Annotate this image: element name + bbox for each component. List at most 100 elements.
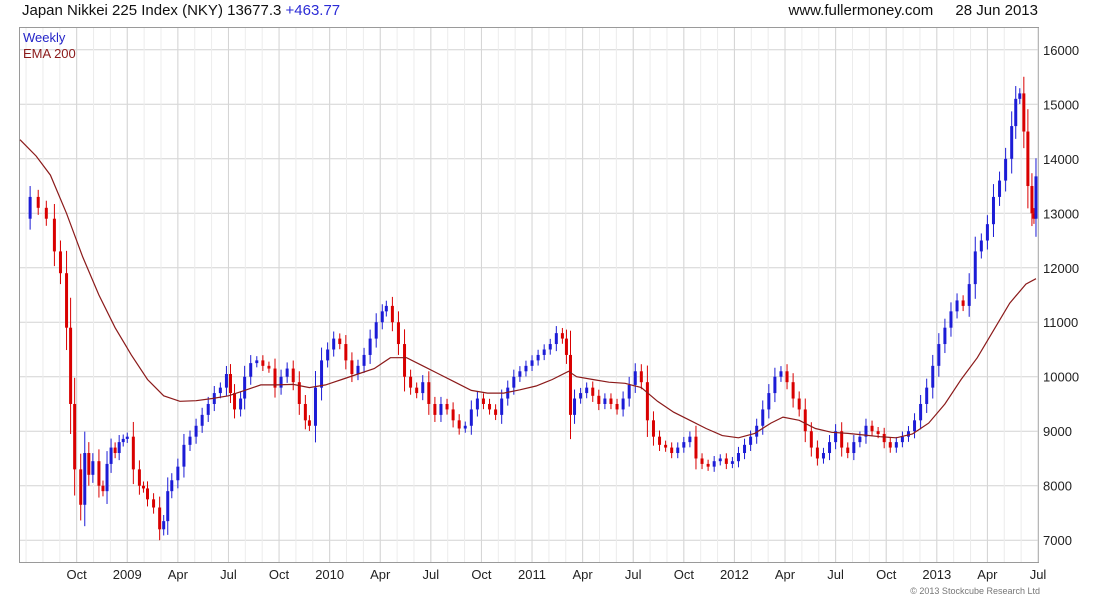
price-body: [536, 354, 540, 361]
price-body: [65, 273, 69, 328]
price-body: [320, 360, 324, 388]
price-body: [821, 453, 825, 459]
price-body: [931, 365, 935, 388]
y-tick-label: 11000: [1043, 315, 1078, 330]
price-body: [743, 444, 747, 454]
y-tick-label: 15000: [1043, 97, 1079, 112]
x-tick-label: 2009: [113, 567, 142, 582]
x-tick-label: Jul: [827, 567, 844, 582]
price-body: [1014, 98, 1018, 127]
price-body: [694, 436, 698, 459]
price-body: [307, 420, 311, 426]
price-body: [888, 442, 892, 448]
price-body: [451, 409, 455, 421]
legend-weekly: Weekly: [23, 30, 66, 45]
price-body: [973, 251, 977, 285]
price-body: [858, 436, 862, 443]
price-body: [500, 398, 504, 415]
price-body: [518, 371, 522, 377]
price-body: [906, 431, 910, 437]
price-body: [761, 409, 765, 426]
price-body: [146, 488, 150, 500]
price-body: [194, 425, 198, 437]
price-body: [846, 447, 850, 454]
price-body: [791, 382, 795, 399]
price-body: [937, 344, 941, 366]
x-axis: Oct 2009 Apr Jul Oct 2010 Apr Jul Oct 2011 Apr Jul O…: [67, 567, 1047, 582]
price-body: [228, 374, 232, 394]
price-body: [919, 403, 923, 421]
price-body: [706, 463, 710, 467]
x-tick-label: Apr: [168, 567, 189, 582]
price-body: [639, 371, 643, 383]
x-tick-label: 2012: [720, 567, 749, 582]
x-tick-label: Oct: [674, 567, 695, 582]
price-body: [530, 360, 534, 366]
price-body: [609, 398, 613, 404]
price-body: [494, 409, 498, 415]
price-body: [961, 300, 965, 306]
price-body: [83, 453, 87, 505]
x-tick-label: Jul: [1030, 567, 1047, 582]
price-body: [73, 403, 77, 470]
price-body: [338, 338, 342, 345]
price-body: [162, 521, 166, 530]
price-body: [512, 376, 516, 388]
y-tick-label: 8000: [1043, 479, 1072, 494]
price-body: [852, 442, 856, 454]
price-body: [131, 436, 135, 470]
price-body: [233, 393, 237, 410]
price-body: [285, 368, 289, 377]
price-body: [52, 218, 56, 252]
ema-line-group: [19, 139, 1037, 439]
price-body: [182, 444, 186, 467]
price-body: [396, 322, 400, 345]
price-body: [224, 374, 228, 388]
price-body: [121, 438, 125, 443]
price-body: [267, 365, 271, 369]
x-tick-label: Oct: [269, 567, 290, 582]
price-body: [87, 453, 91, 475]
price-body: [579, 393, 583, 399]
price-body: [481, 398, 485, 404]
price-body: [913, 420, 917, 432]
price-body: [560, 333, 564, 339]
price-body: [564, 338, 568, 355]
price-body: [218, 387, 222, 394]
price-body: [362, 354, 366, 366]
price-body: [688, 436, 692, 443]
price-body: [815, 447, 819, 459]
price-body: [279, 376, 283, 388]
y-tick-label: 14000: [1043, 152, 1079, 167]
chart-legend: Weekly EMA 200: [23, 30, 76, 62]
price-body: [979, 240, 983, 252]
price-body: [249, 363, 253, 377]
price-body: [433, 403, 437, 415]
price-body: [36, 196, 40, 208]
price-body: [749, 436, 753, 445]
price-body: [797, 398, 801, 410]
price-body: [380, 311, 384, 323]
price-body: [568, 354, 572, 415]
price-body: [682, 442, 686, 448]
price-body: [137, 469, 141, 486]
price-body: [158, 507, 162, 530]
price-body: [152, 499, 156, 508]
price-body: [117, 442, 121, 454]
price-body: [658, 436, 662, 445]
chart-svg: 7000 8000 9000 10000 11000 12000 13000 14000 150…: [19, 28, 1079, 582]
price-body: [1026, 131, 1030, 187]
price-body: [803, 409, 807, 432]
price-body: [390, 305, 394, 323]
price-body: [554, 333, 558, 345]
price-body: [651, 420, 655, 437]
price-body: [591, 387, 595, 396]
price-body: [176, 466, 180, 481]
price-body: [384, 305, 388, 312]
x-tick-label: Oct: [67, 567, 88, 582]
price-body: [409, 376, 413, 388]
price-body: [255, 360, 259, 364]
price-body: [439, 403, 443, 415]
x-tick-label: 2013: [922, 567, 951, 582]
price-body: [69, 327, 73, 404]
